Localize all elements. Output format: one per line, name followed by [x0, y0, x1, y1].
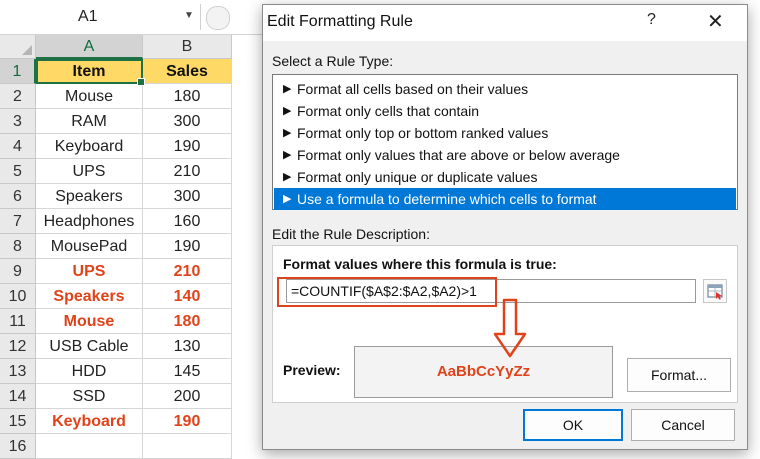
row-header[interactable]: 12 — [0, 334, 36, 359]
row-header[interactable]: 5 — [0, 159, 36, 184]
cell-item[interactable]: USB Cable — [36, 334, 143, 359]
column-header-b[interactable]: B — [143, 35, 232, 59]
row-header[interactable]: 16 — [0, 434, 36, 459]
select-all-icon — [22, 45, 32, 55]
cell-sales[interactable]: 145 — [143, 359, 232, 384]
rule-type-list[interactable]: ▶ Format all cells based on their values ▶… — [272, 74, 738, 210]
preview-text: AaBbCcYyZz — [436, 363, 531, 380]
formula-label: Format values where this formula is true… — [283, 256, 557, 272]
format-button[interactable]: Format... — [627, 358, 731, 392]
cell-sales[interactable]: 180 — [143, 309, 232, 334]
rule-type-item[interactable]: ▶ Format all cells based on their values — [274, 78, 736, 100]
cell-item[interactable]: Speakers — [36, 284, 143, 309]
formula-bar-area — [202, 0, 262, 35]
cell-sales[interactable]: 190 — [143, 409, 232, 434]
cell-item[interactable] — [36, 434, 143, 459]
cell-item[interactable]: RAM — [36, 109, 143, 134]
cell-item[interactable]: UPS — [36, 259, 143, 284]
row-header[interactable]: 10 — [0, 284, 36, 309]
cell-sales[interactable]: 210 — [143, 259, 232, 284]
rule-type-label: Format only values that are above or bel… — [297, 147, 620, 163]
dialog-title: Edit Formatting Rule — [267, 13, 413, 30]
triangle-right-icon: ▶ — [283, 83, 292, 95]
cell-sales[interactable]: 180 — [143, 84, 232, 109]
cell-item[interactable]: MousePad — [36, 234, 143, 259]
row-header[interactable]: 6 — [0, 184, 36, 209]
rule-type-label: Format all cells based on their values — [297, 81, 529, 97]
cell-sales[interactable]: 130 — [143, 334, 232, 359]
cell-item[interactable]: Mouse — [36, 84, 143, 109]
row-header[interactable]: 4 — [0, 134, 36, 159]
ok-button[interactable]: OK — [523, 409, 623, 441]
rule-type-label: Use a formula to determine which cells t… — [297, 191, 597, 207]
fill-handle[interactable] — [137, 78, 145, 86]
cell-sales[interactable]: 210 — [143, 159, 232, 184]
cell-item[interactable]: Keyboard — [36, 409, 143, 434]
chevron-down-icon[interactable]: ▼ — [184, 10, 194, 21]
active-cell-selection — [36, 59, 145, 86]
row-header[interactable]: 13 — [0, 359, 36, 384]
triangle-right-icon: ▶ — [283, 127, 292, 139]
cell-sales[interactable] — [143, 434, 232, 459]
triangle-right-icon: ▶ — [283, 193, 292, 205]
row-header[interactable]: 8 — [0, 234, 36, 259]
rule-type-label: Format only unique or duplicate values — [297, 169, 538, 185]
cell-item[interactable]: HDD — [36, 359, 143, 384]
row-header[interactable]: 14 — [0, 384, 36, 409]
cell-item[interactable]: UPS — [36, 159, 143, 184]
cell-sales[interactable]: 160 — [143, 209, 232, 234]
rule-type-item[interactable]: ▶ Format only top or bottom ranked values — [274, 122, 736, 144]
row-header[interactable]: 9 — [0, 259, 36, 284]
cell-sales[interactable]: 140 — [143, 284, 232, 309]
name-box-value: A1 — [78, 8, 98, 25]
cancel-button[interactable]: Cancel — [631, 409, 735, 441]
cell-sales[interactable]: 200 — [143, 384, 232, 409]
cell-sales[interactable]: 300 — [143, 184, 232, 209]
rule-type-item[interactable]: ▶ Format only values that are above or be… — [274, 144, 736, 166]
preview-box: AaBbCcYyZz — [354, 346, 613, 398]
cell-sales[interactable]: 190 — [143, 134, 232, 159]
help-icon[interactable]: ? — [647, 11, 656, 29]
dialog-title-bar: Edit Formatting Rule ? ✕ — [263, 5, 747, 41]
row-header[interactable]: 3 — [0, 109, 36, 134]
triangle-right-icon: ▶ — [283, 105, 292, 117]
preview-label: Preview: — [283, 362, 341, 378]
cell-item[interactable]: SSD — [36, 384, 143, 409]
edit-rule-description-label: Edit the Rule Description: — [272, 226, 430, 242]
row-header[interactable]: 7 — [0, 209, 36, 234]
formula-highlight-box — [277, 277, 497, 307]
cell-item[interactable]: Mouse — [36, 309, 143, 334]
row-header[interactable]: 11 — [0, 309, 36, 334]
close-icon[interactable]: ✕ — [707, 9, 724, 34]
arrow-down-icon — [493, 298, 527, 358]
header-cell-sales[interactable]: Sales — [143, 59, 232, 84]
cell-sales[interactable]: 300 — [143, 109, 232, 134]
collapse-dialog-button[interactable] — [703, 279, 727, 303]
triangle-right-icon: ▶ — [283, 149, 292, 161]
rule-type-item[interactable]: ▶ Format only unique or duplicate values — [274, 166, 736, 188]
rule-type-label: Format only top or bottom ranked values — [297, 125, 549, 141]
edit-formatting-rule-dialog: Edit Formatting Rule ? ✕ Select a Rule T… — [262, 4, 748, 450]
range-select-icon — [707, 284, 723, 300]
select-rule-type-label: Select a Rule Type: — [272, 53, 394, 69]
cell-item[interactable]: Keyboard — [36, 134, 143, 159]
divider — [200, 4, 201, 30]
cell-item[interactable]: Speakers — [36, 184, 143, 209]
cell-sales[interactable]: 190 — [143, 234, 232, 259]
rule-type-item[interactable]: ▶ Use a formula to determine which cells … — [274, 188, 736, 210]
column-header-a[interactable]: A — [36, 35, 143, 59]
name-box[interactable]: A1 ▼ — [0, 0, 202, 35]
rule-type-label: Format only cells that contain — [297, 103, 480, 119]
row-header[interactable]: 15 — [0, 409, 36, 434]
rule-type-item[interactable]: ▶ Format only cells that contain — [274, 100, 736, 122]
cell-item[interactable]: Headphones — [36, 209, 143, 234]
row-header[interactable]: 1 — [0, 59, 36, 84]
triangle-right-icon: ▶ — [283, 171, 292, 183]
scroll-circle-icon — [206, 6, 230, 30]
row-header[interactable]: 2 — [0, 84, 36, 109]
select-all-corner[interactable] — [0, 35, 36, 59]
